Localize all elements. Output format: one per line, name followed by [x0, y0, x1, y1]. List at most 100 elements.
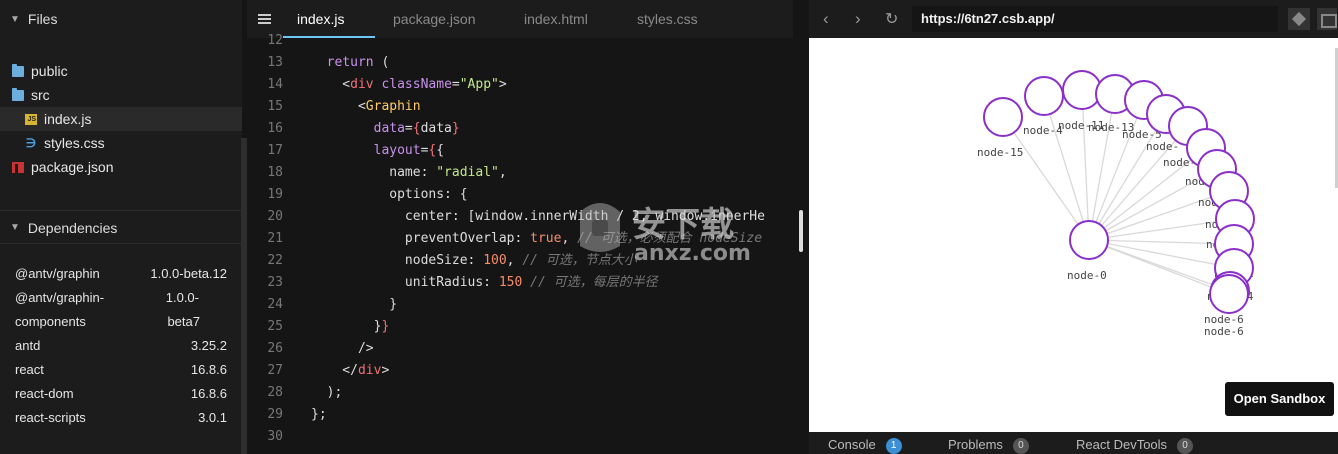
line-number: 12	[267, 33, 283, 48]
dependency-version: 16.8.6	[190, 362, 227, 377]
line-number: 16	[267, 121, 283, 136]
graph-node-label: node-15	[977, 146, 1023, 159]
line-number: 18	[267, 165, 283, 180]
graph-edge	[1043, 95, 1090, 241]
preview-canvas[interactable]: node-15 node-4 node-11 node-13 node-5 node-no…	[809, 38, 1338, 432]
resize-grip[interactable]	[799, 210, 803, 252]
code-token: 150	[498, 275, 523, 290]
code-token: true	[530, 231, 562, 246]
code-token: return	[311, 55, 382, 70]
watermark-subtext: anxz.com	[634, 241, 751, 266]
npm-file-icon	[12, 161, 24, 173]
graph-visualization[interactable]: node-15node-4node-11node-13node-5node-no…	[809, 38, 1338, 432]
forward-arrow-icon[interactable]: ›	[855, 9, 861, 29]
code-line[interactable]: 18 name: "radial",	[247, 162, 793, 184]
back-arrow-icon[interactable]: ‹	[823, 9, 829, 29]
file-explorer-sidebar: ▼ Files public src JS index.js ∋ styles.…	[0, 0, 242, 454]
dependencies-section-header[interactable]: ▼ Dependencies	[0, 212, 242, 244]
hamburger-menu-icon[interactable]	[258, 14, 271, 24]
code-token: div	[350, 77, 382, 92]
watermark-logo: 安下载 anxz.com	[580, 203, 751, 266]
file-tree-item-styles-css[interactable]: ∋ styles.css	[0, 131, 242, 155]
code-line[interactable]: 29};	[247, 404, 793, 426]
code-line[interactable]: 24 }	[247, 294, 793, 316]
graph-node[interactable]	[1069, 220, 1109, 260]
line-number: 27	[267, 363, 283, 378]
graph-node[interactable]	[1024, 76, 1064, 116]
line-number: 26	[267, 341, 283, 356]
line-number: 23	[267, 275, 283, 290]
dependency-version: 1.0.0-	[165, 290, 199, 305]
dependency-name: @antv/graphin	[15, 266, 100, 281]
dependency-name: antd	[15, 338, 41, 353]
reload-icon[interactable]: ↻	[885, 9, 898, 29]
file-tree-item-public[interactable]: public	[0, 59, 242, 83]
line-number: 24	[267, 297, 283, 312]
code-line[interactable]: 28 );	[247, 382, 793, 404]
code-token: }	[451, 121, 460, 136]
line-number: 29	[267, 407, 283, 422]
code-line[interactable]: 17 layout={{	[247, 140, 793, 162]
code-line[interactable]: 12	[247, 30, 793, 52]
graph-node-label: node-0	[1067, 269, 1107, 282]
code-line[interactable]: 16 data={data}	[247, 118, 793, 140]
problems-tab[interactable]: Problems 0	[948, 432, 1029, 454]
problems-count-badge: 0	[1012, 438, 1029, 454]
code-token: (	[381, 55, 390, 70]
file-tree-item-index-js[interactable]: JS index.js	[0, 107, 242, 131]
js-file-icon: JS	[25, 113, 37, 125]
new-window-icon[interactable]	[1317, 8, 1337, 30]
graph-node[interactable]	[983, 97, 1023, 137]
dependencies-section-title: Dependencies	[27, 219, 118, 236]
code-line[interactable]: 15 <Graphin	[247, 96, 793, 118]
code-text: }}	[311, 316, 390, 338]
code-line[interactable]: 13 return (	[247, 52, 793, 74]
file-tree-item-package-json[interactable]: package.json	[0, 155, 242, 179]
code-text: }	[311, 294, 397, 316]
code-line[interactable]: 26 />	[247, 338, 793, 360]
dependency-version: 3.25.2	[190, 338, 227, 353]
console-count-badge: 1	[885, 438, 902, 454]
code-line[interactable]: 23 unitRadius: 150 // 可选，每层的半径	[247, 272, 793, 294]
code-token: data	[311, 121, 405, 136]
code-token: );	[311, 385, 343, 400]
line-number: 22	[267, 253, 283, 268]
code-text: };	[311, 404, 327, 426]
code-line[interactable]: 27 </div>	[247, 360, 793, 382]
file-tree-label: public	[31, 63, 68, 79]
open-external-icon[interactable]	[1288, 8, 1310, 30]
code-token: "App"	[459, 77, 499, 92]
code-token: // 可选，每层的半径	[530, 275, 658, 290]
code-token: }	[311, 319, 382, 334]
chevron-down-icon: ▼	[10, 13, 20, 25]
console-tab[interactable]: Console 1	[828, 432, 902, 454]
graph-node[interactable]	[1209, 274, 1249, 314]
code-line[interactable]: 25 }}	[247, 316, 793, 338]
address-bar[interactable]: https://6tn27.csb.app/	[912, 6, 1278, 32]
code-token: >	[381, 363, 390, 378]
code-line[interactable]: 14 <div className="App">	[247, 74, 793, 96]
file-tree-label: styles.css	[44, 135, 105, 151]
dependency-name: @antv/graphin-	[15, 290, 105, 305]
dependency-name: react-dom	[15, 386, 74, 401]
code-text: layout={{	[311, 140, 444, 162]
line-number: 15	[267, 99, 283, 114]
code-token: nodeSize:	[311, 253, 484, 268]
line-number: 13	[267, 55, 283, 70]
code-text: <Graphin	[311, 96, 421, 118]
react-devtools-tab[interactable]: React DevTools 0	[1076, 432, 1194, 454]
code-line[interactable]: 30	[247, 426, 793, 448]
file-tree-label: index.js	[44, 111, 92, 127]
pane-resize-handle[interactable]	[793, 0, 809, 454]
code-token: data	[420, 121, 452, 136]
files-section-header[interactable]: ▼ Files	[0, 0, 242, 38]
file-tree-item-src[interactable]: src	[0, 83, 242, 107]
code-text: name: "radial",	[311, 162, 506, 184]
dependency-version: 16.8.6	[190, 386, 227, 401]
code-text: </div>	[311, 360, 389, 382]
line-number: 25	[267, 319, 283, 334]
graph-node[interactable]	[1062, 70, 1102, 110]
code-token: {	[436, 143, 445, 158]
code-text: data={data}	[311, 118, 460, 140]
open-sandbox-button[interactable]: Open Sandbox	[1225, 382, 1334, 416]
